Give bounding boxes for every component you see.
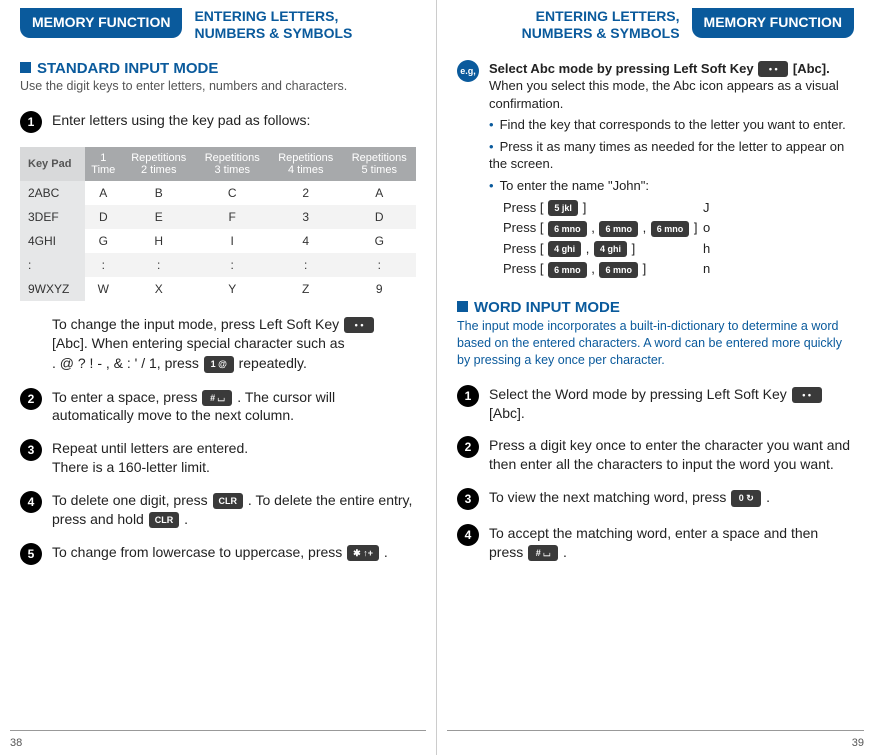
eg-badge: e.g, (457, 60, 479, 82)
press-row: Press [ 6 mno , 6 mno , 6 mno ]o (503, 219, 854, 237)
pound-key-icon: # ⌴ (528, 545, 558, 561)
word-step-1: 1 Select the Word mode by pressing Left … (457, 385, 854, 423)
press-row: Press [ 5 jkl ]J (503, 199, 854, 217)
word-step-4: 4 To accept the matching word, enter a s… (457, 524, 854, 562)
page-number-right: 39 (852, 737, 864, 749)
clr-key-icon: CLR (149, 512, 180, 528)
example-block: e.g, Select Abc mode by pressing Left So… (457, 60, 854, 281)
running-head-left: ENTERING LETTERS, NUMBERS & SYMBOLS (194, 8, 352, 42)
digit-key-icon: 6 mno (651, 221, 690, 237)
digit-key-icon: 4 ghi (548, 241, 581, 257)
step-number-2: 2 (457, 436, 479, 458)
keypad-table: Key Pad 1 Time Repetitions 2 times Repet… (20, 147, 416, 301)
step-number-3: 3 (20, 439, 42, 461)
press-row: Press [ 6 mno , 6 mno ]n (503, 260, 854, 278)
step-number-2: 2 (20, 388, 42, 410)
step-number-3: 3 (457, 488, 479, 510)
section-word-input: WORD INPUT MODE (457, 299, 854, 316)
pound-key-icon: # ⌴ (202, 390, 232, 406)
output-letter: h (703, 240, 710, 258)
right-page: ENTERING LETTERS, NUMBERS & SYMBOLS MEMO… (437, 0, 874, 755)
digit-key-icon: 6 mno (599, 262, 638, 278)
table-row: 4GHIGHI4G (20, 229, 416, 253)
step-number-4: 4 (457, 524, 479, 546)
table-row: :::::: (20, 253, 416, 277)
step-4: 4 To delete one digit, press CLR . To de… (20, 491, 416, 529)
clr-key-icon: CLR (213, 493, 244, 509)
section-standard-input: STANDARD INPUT MODE (20, 60, 416, 77)
memory-function-tab-right: MEMORY FUNCTION (692, 8, 854, 38)
word-step-2: 2 Press a digit key once to enter the ch… (457, 436, 854, 474)
one-key-icon: 1 @ (204, 356, 234, 373)
digit-key-icon: 6 mno (548, 221, 587, 237)
table-row: 9WXYZWXYZ9 (20, 277, 416, 301)
digit-key-icon: 6 mno (599, 221, 638, 237)
output-letter: J (703, 199, 710, 217)
note-input-mode: To change the input mode, press Left Sof… (52, 315, 416, 374)
star-key-icon: ✱ ↑+ (347, 545, 379, 561)
output-letter: o (703, 219, 710, 237)
softkey-icon: • • (792, 387, 822, 403)
word-step-3: 3 To view the next matching word, press … (457, 488, 854, 510)
digit-key-icon: 4 ghi (594, 241, 627, 257)
left-header: MEMORY FUNCTION ENTERING LETTERS, NUMBER… (20, 8, 416, 42)
digit-key-icon: 6 mno (548, 262, 587, 278)
running-head-right: ENTERING LETTERS, NUMBERS & SYMBOLS (522, 8, 680, 42)
step-number-5: 5 (20, 543, 42, 565)
section-sub: Use the digit keys to enter letters, num… (20, 79, 416, 93)
table-row: 2ABCABC2A (20, 181, 416, 205)
th-keypad: Key Pad (20, 147, 85, 181)
table-row: 3DEFDEF3D (20, 205, 416, 229)
word-mode-desc: The input mode incorporates a built-in-d… (457, 318, 854, 369)
step-3: 3 Repeat until letters are entered. Ther… (20, 439, 416, 477)
softkey-icon: • • (344, 317, 374, 334)
zero-key-icon: 0 ↻ (731, 490, 761, 506)
right-header: ENTERING LETTERS, NUMBERS & SYMBOLS MEMO… (457, 8, 854, 42)
output-letter: n (703, 260, 710, 278)
step-number-4: 4 (20, 491, 42, 513)
softkey-icon: • • (758, 61, 788, 77)
digit-key-icon: 5 jkl (548, 200, 578, 216)
step-number-1: 1 (457, 385, 479, 407)
page-number-left: 38 (10, 737, 22, 749)
step-2: 2 To enter a space, press # ⌴ . The curs… (20, 388, 416, 426)
memory-function-tab-left: MEMORY FUNCTION (20, 8, 182, 38)
step-number-1: 1 (20, 111, 42, 133)
step-1: 1 Enter letters using the key pad as fol… (20, 111, 416, 133)
step-5: 5 To change from lowercase to uppercase,… (20, 543, 416, 565)
left-page: MEMORY FUNCTION ENTERING LETTERS, NUMBER… (0, 0, 437, 755)
press-row: Press [ 4 ghi , 4 ghi ]h (503, 240, 854, 258)
